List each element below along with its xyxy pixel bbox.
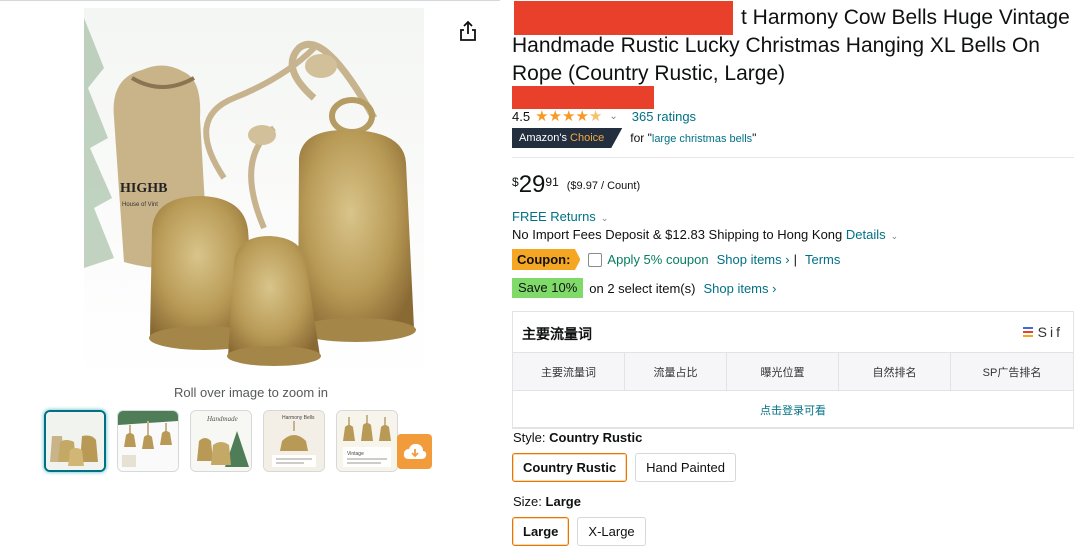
star-icon: ★ bbox=[535, 108, 548, 125]
column-header: SP广告排名 bbox=[950, 352, 1074, 391]
thumbnail-5[interactable]: Vintage bbox=[336, 410, 398, 472]
amazons-choice-row: Amazon's Choice for "large christmas bel… bbox=[512, 128, 756, 148]
rating-row: 4.5 ★ ★ ★ ★ ★ ⌄ 365 ratings bbox=[512, 107, 696, 125]
style-label: Style: Country Rustic bbox=[513, 430, 642, 445]
thumbnail-2[interactable] bbox=[117, 410, 179, 472]
star-icon: ★ bbox=[548, 108, 562, 125]
save-row: Save 10% on 2 select item(s) Shop items … bbox=[512, 278, 776, 298]
section-divider bbox=[512, 157, 1074, 158]
choice-for-label: for " bbox=[630, 131, 652, 145]
thumbnail-strip: Handmade Harmony Bells Vintage bbox=[44, 410, 398, 472]
thumbnail-3[interactable]: Handmade bbox=[190, 410, 252, 472]
thumb4-text: Harmony Bells bbox=[282, 415, 315, 421]
price-whole: 29 bbox=[518, 171, 546, 198]
rating-value: 4.5 bbox=[512, 108, 531, 124]
chevron-down-icon[interactable]: ⌄ bbox=[609, 111, 617, 122]
price-fraction: 91 bbox=[545, 175, 559, 189]
keyword-table: 主要流量词 流量占比 曝光位置 自然排名 SP广告排名 点击登录可看 bbox=[512, 352, 1074, 429]
apply-coupon-label[interactable]: Apply 5% coupon bbox=[607, 252, 708, 267]
returns-label: FREE Returns bbox=[512, 209, 596, 224]
coupon-shop-items-link[interactable]: Shop items › bbox=[717, 252, 790, 267]
table-header-row: 主要流量词 流量占比 曝光位置 自然排名 SP广告排名 bbox=[512, 352, 1074, 391]
sif-logo-text: Sif bbox=[1037, 324, 1063, 340]
half-star-icon: ★ bbox=[588, 108, 602, 125]
choice-close-quote: " bbox=[752, 131, 757, 145]
column-header: 流量占比 bbox=[624, 352, 727, 391]
column-header: 曝光位置 bbox=[726, 352, 839, 391]
shipping-text: No Import Fees Deposit & $12.83 Shipping… bbox=[512, 227, 843, 242]
main-product-image[interactable]: HIGHB House of Vint bbox=[84, 8, 424, 380]
login-to-view-link[interactable]: 点击登录可看 bbox=[512, 390, 1074, 429]
panel-title: 主要流量词 bbox=[522, 326, 592, 342]
size-label: Size: Large bbox=[513, 494, 581, 509]
free-returns-link[interactable]: FREE Returns ⌄ bbox=[512, 209, 608, 224]
column-header: 自然排名 bbox=[838, 352, 951, 391]
bag-brand-text: HIGHB bbox=[120, 181, 167, 196]
redaction-block-title bbox=[514, 1, 733, 35]
style-option-hand-painted[interactable]: Hand Painted bbox=[635, 453, 736, 482]
table-row: 点击登录可看 bbox=[512, 390, 1074, 429]
choice-keyword-text: for "large christmas bells" bbox=[630, 131, 756, 145]
size-option-x-large[interactable]: X-Large bbox=[577, 517, 646, 546]
thumbnail-4[interactable]: Harmony Bells bbox=[263, 410, 325, 472]
cloud-download-icon[interactable] bbox=[397, 434, 432, 469]
price-per-unit: ($9.97 / Count) bbox=[566, 180, 641, 192]
save-shop-items-link[interactable]: Shop items › bbox=[703, 281, 776, 296]
amazons-choice-badge: Amazon's Choice bbox=[512, 128, 623, 148]
sif-logo-icon bbox=[1022, 327, 1033, 337]
style-label-text: Style: bbox=[513, 430, 546, 445]
share-icon[interactable] bbox=[458, 20, 478, 42]
coupon-tag: Coupon: bbox=[512, 249, 581, 270]
thumb5-text: Vintage bbox=[347, 451, 364, 457]
star-icon: ★ bbox=[575, 108, 588, 125]
choice-keyword-link[interactable]: large christmas bells bbox=[652, 133, 752, 145]
shipping-info: No Import Fees Deposit & $12.83 Shipping… bbox=[512, 227, 898, 242]
bag-subtext: House of Vint bbox=[122, 202, 158, 208]
sif-keyword-panel: 主要流量词 Sif 主要流量词 流量占比 曝光位置 自然排名 SP广告排名 点击… bbox=[512, 311, 1074, 429]
ratings-count-link[interactable]: 365 ratings bbox=[632, 109, 696, 124]
badge-prefix: Amazon's bbox=[519, 132, 567, 144]
price-symbol: $ bbox=[512, 175, 519, 189]
chevron-down-icon[interactable]: ⌄ bbox=[891, 231, 899, 241]
size-label-text: Size: bbox=[513, 494, 542, 509]
save-text: on 2 select item(s) bbox=[589, 280, 696, 296]
top-divider bbox=[0, 0, 500, 1]
badge-accent: Choice bbox=[570, 132, 605, 144]
apply-coupon-checkbox[interactable] bbox=[588, 252, 603, 267]
thumb3-text: Handmade bbox=[206, 415, 238, 423]
size-option-large[interactable]: Large bbox=[512, 517, 570, 546]
coupon-row: Coupon: Apply 5% coupon Shop items › | T… bbox=[512, 249, 840, 270]
thumbnail-1[interactable] bbox=[44, 410, 106, 472]
column-header: 主要流量词 bbox=[512, 352, 625, 391]
size-selected-value: Large bbox=[545, 494, 581, 509]
sif-logo[interactable]: Sif bbox=[1022, 324, 1063, 340]
star-rating-icon[interactable]: ★ ★ ★ ★ ★ bbox=[535, 107, 602, 125]
coupon-terms-link[interactable]: Terms bbox=[805, 252, 840, 267]
style-option-country-rustic[interactable]: Country Rustic bbox=[512, 453, 628, 482]
price: $ 29 91 ($9.97 / Count) bbox=[512, 172, 640, 198]
chevron-down-icon: ⌄ bbox=[600, 213, 609, 223]
style-selected-value: Country Rustic bbox=[549, 430, 643, 445]
star-icon: ★ bbox=[561, 108, 575, 125]
style-options: Country Rustic Hand Painted bbox=[512, 453, 736, 482]
zoom-hint: Roll over image to zoom in bbox=[174, 385, 328, 400]
redaction-block-brand bbox=[512, 86, 654, 109]
coupon-separator: | bbox=[793, 252, 797, 267]
shipping-details-link[interactable]: Details bbox=[846, 227, 886, 242]
size-options: Large X-Large bbox=[512, 517, 646, 546]
save-badge: Save 10% bbox=[512, 278, 584, 298]
